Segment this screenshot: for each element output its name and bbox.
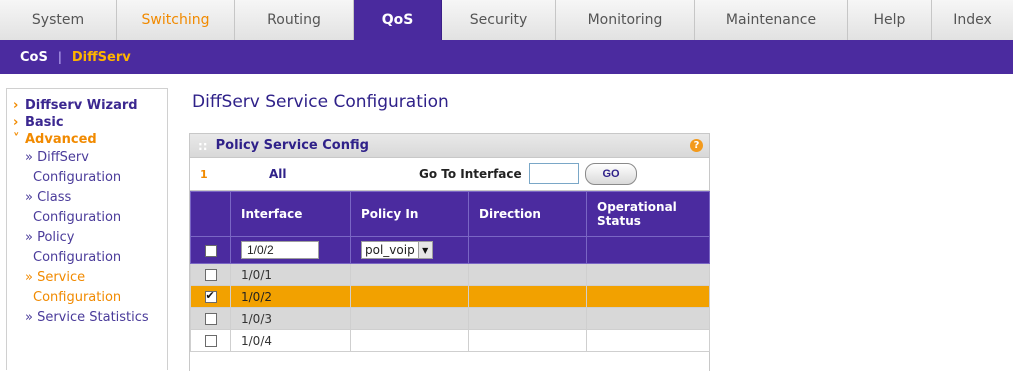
policy-in-cell xyxy=(350,307,469,330)
menu-sub-label: » Service xyxy=(25,270,86,285)
row-checkbox-cell xyxy=(190,307,231,330)
expanded-arrow-icon: ˅ xyxy=(13,132,20,147)
grip-dots-icon: :: xyxy=(198,138,208,153)
policy-in-select-value: pol_voip xyxy=(365,243,415,257)
table-row[interactable]: 1/0/3 xyxy=(190,307,710,330)
tab-help[interactable]: Help xyxy=(848,0,932,40)
service-table: Interface Policy In Direction Operationa… xyxy=(190,191,710,352)
dropdown-arrow-icon: ▼ xyxy=(417,242,432,258)
top-nav-bar: System Switching Routing QoS Security Mo… xyxy=(0,0,1013,40)
status-cell xyxy=(586,329,710,352)
interface-input[interactable] xyxy=(241,241,319,259)
subnav-cos-link[interactable]: CoS xyxy=(20,50,48,65)
show-all-link[interactable]: All xyxy=(269,167,287,181)
policy-in-cell xyxy=(350,285,469,308)
subnav-diffserv-link[interactable]: DiffServ xyxy=(72,50,131,65)
edit-direction-cell xyxy=(468,236,587,264)
menu-sub-policy-configuration[interactable]: » Policy Configuration xyxy=(13,228,167,268)
col-header-interface: Interface xyxy=(230,191,351,237)
menu-item-label: Diffserv Wizard xyxy=(25,98,138,113)
tab-maintenance[interactable]: Maintenance xyxy=(695,0,848,40)
menu-sub-label: Configuration xyxy=(33,170,122,185)
policy-service-config-panel: :: Policy Service Config ? 1 All Go To I… xyxy=(189,133,710,371)
edit-row-checkbox[interactable] xyxy=(204,244,217,257)
bullet-arrow-icon: › xyxy=(13,98,19,113)
tab-routing[interactable]: Routing xyxy=(235,0,354,40)
sub-nav-bar: CoS | DiffServ xyxy=(0,40,1013,74)
policy-in-select[interactable]: pol_voip ▼ xyxy=(361,241,433,259)
menu-sub-label: » Service Statistics xyxy=(25,310,149,325)
subnav-separator: | xyxy=(57,50,62,64)
menu-item-label: Basic xyxy=(25,115,64,130)
row-checkbox[interactable] xyxy=(204,269,217,281)
table-row[interactable]: 1/0/4 xyxy=(190,329,710,352)
spacer xyxy=(0,74,1013,84)
tab-index[interactable]: Index xyxy=(932,0,1013,40)
tab-monitoring[interactable]: Monitoring xyxy=(556,0,695,40)
help-icon[interactable]: ? xyxy=(690,139,703,152)
row-checkbox-cell xyxy=(190,285,231,308)
status-cell xyxy=(586,263,710,286)
menu-sub-label: Configuration xyxy=(33,290,122,305)
row-checkbox-cell xyxy=(190,263,231,286)
table-edit-row: pol_voip ▼ xyxy=(190,236,710,264)
page-number-link[interactable]: 1 xyxy=(200,168,208,181)
panel-title: Policy Service Config xyxy=(215,138,369,153)
interface-cell: 1/0/3 xyxy=(230,307,351,330)
menu-item-advanced[interactable]: ˅ Advanced xyxy=(13,131,167,148)
policy-in-cell xyxy=(350,263,469,286)
tab-qos[interactable]: QoS xyxy=(354,0,442,40)
row-checkbox[interactable] xyxy=(204,313,217,325)
direction-cell xyxy=(468,263,587,286)
menu-sub-diffserv-configuration[interactable]: » DiffServ Configuration xyxy=(13,148,167,188)
menu-sub-label: Configuration xyxy=(33,210,122,225)
menu-sub-label: » Policy xyxy=(25,230,75,245)
menu-sub-label: » Class xyxy=(25,190,72,205)
col-header-policy-in: Policy In xyxy=(350,191,469,237)
menu-sub-label: » DiffServ xyxy=(25,150,89,165)
interface-cell: 1/0/4 xyxy=(230,329,351,352)
goto-interface-input[interactable] xyxy=(529,163,579,184)
edit-status-cell xyxy=(586,236,710,264)
menu-sub-service-configuration[interactable]: » Service Configuration xyxy=(13,268,167,308)
select-all-header xyxy=(190,191,231,237)
status-cell xyxy=(586,307,710,330)
bullet-arrow-icon: › xyxy=(13,115,19,130)
col-header-operational-status: Operational Status xyxy=(586,191,710,237)
edit-policy-in-cell: pol_voip ▼ xyxy=(350,236,469,264)
menu-item-diffserv-wizard[interactable]: › Diffserv Wizard xyxy=(13,97,167,114)
page-title: DiffServ Service Configuration xyxy=(192,92,449,112)
col-header-direction: Direction xyxy=(468,191,587,237)
table-header-row: Interface Policy In Direction Operationa… xyxy=(190,191,710,237)
direction-cell xyxy=(468,307,587,330)
pager-bar: 1 All Go To Interface GO xyxy=(190,158,709,191)
panel-header: :: Policy Service Config ? xyxy=(190,134,709,158)
tab-system[interactable]: System xyxy=(0,0,117,40)
tab-switching[interactable]: Switching xyxy=(117,0,235,40)
menu-sub-class-configuration[interactable]: » Class Configuration xyxy=(13,188,167,228)
row-checkbox[interactable] xyxy=(204,289,217,303)
edit-interface-cell xyxy=(230,236,351,264)
tab-security[interactable]: Security xyxy=(442,0,556,40)
direction-cell xyxy=(468,329,587,352)
left-menu: › Diffserv Wizard › Basic ˅ Advanced » Diff… xyxy=(6,88,168,370)
go-button[interactable]: GO xyxy=(585,163,637,185)
status-cell xyxy=(586,285,710,308)
table-row-selected[interactable]: 1/0/2 xyxy=(190,285,710,308)
policy-in-cell xyxy=(350,329,469,352)
interface-cell: 1/0/2 xyxy=(230,285,351,308)
interface-cell: 1/0/1 xyxy=(230,263,351,286)
row-checkbox-cell xyxy=(190,329,231,352)
edit-row-checkbox-cell xyxy=(190,236,231,264)
row-checkbox[interactable] xyxy=(204,335,217,347)
goto-interface-label: Go To Interface xyxy=(419,167,522,181)
table-row[interactable]: 1/0/1 xyxy=(190,263,710,286)
direction-cell xyxy=(468,285,587,308)
menu-item-basic[interactable]: › Basic xyxy=(13,114,167,131)
menu-sub-label: Configuration xyxy=(33,250,122,265)
menu-sub-service-statistics[interactable]: » Service Statistics xyxy=(13,308,167,328)
menu-item-label: Advanced xyxy=(25,132,97,147)
